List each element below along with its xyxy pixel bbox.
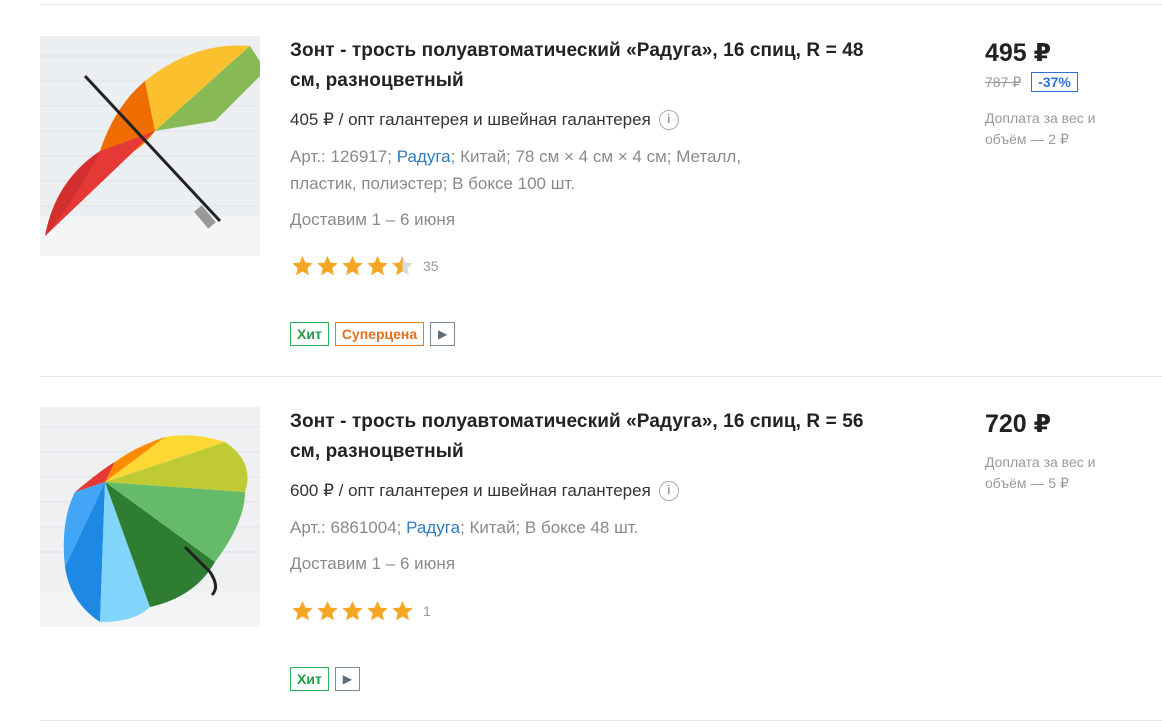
row-divider — [40, 376, 1162, 377]
star-icon — [317, 256, 338, 276]
star-half-icon — [392, 256, 413, 276]
wholesale-text: 600 ₽ / опт галантерея и швейная галанте… — [290, 481, 651, 500]
rating[interactable]: 1 — [290, 599, 431, 623]
info-icon[interactable]: i — [658, 481, 679, 501]
star-icon — [317, 601, 338, 621]
price: 720 ₽ — [985, 410, 1052, 438]
info-icon[interactable]: i — [658, 110, 679, 130]
weight-surcharge: Доплата за вес и объём — 5 ₽ — [985, 454, 1096, 491]
old-price-row: 787 ₽ -37% — [985, 72, 1078, 92]
star-icon — [367, 601, 388, 621]
review-count[interactable]: 35 — [423, 258, 439, 274]
wholesale-price: 405 ₽ / опт галантерея и швейная галанте… — [290, 108, 679, 132]
meta-details: ; Китай; В боксе 48 шт. — [460, 518, 639, 537]
product-meta: Арт.: 6861004; Радуга; Китай; В боксе 48… — [290, 514, 750, 541]
product-image[interactable] — [40, 36, 260, 256]
product-image[interactable] — [40, 407, 260, 627]
badges: Хит ▶ — [290, 667, 360, 691]
delivery-info: Доставим 1 – 6 июня — [290, 210, 456, 229]
umbrella-image — [40, 36, 260, 256]
product-title[interactable]: Зонт - трость полуавтоматический «Радуга… — [290, 36, 890, 96]
row-divider — [40, 720, 1162, 721]
price: 495 ₽ — [985, 39, 1052, 67]
badge-hit: Хит — [290, 667, 329, 691]
article-number: Арт.: 6861004; — [290, 518, 402, 537]
rating[interactable]: 35 — [290, 254, 439, 278]
star-icon — [342, 601, 363, 621]
product-card: Зонт - трость полуавтоматический «Радуга… — [40, 36, 1162, 376]
star-icon — [292, 256, 313, 276]
product-title[interactable]: Зонт - трость полуавтоматический «Радуга… — [290, 407, 890, 467]
play-icon[interactable]: ▶ — [430, 322, 456, 346]
badge-superprice: Суперцена — [334, 322, 425, 346]
weight-surcharge: Доплата за вес и объём — 2 ₽ — [985, 110, 1096, 147]
wholesale-price: 600 ₽ / опт галантерея и швейная галанте… — [290, 479, 679, 503]
badge-hit: Хит — [290, 322, 329, 346]
brand-link[interactable]: Радуга — [406, 518, 460, 537]
article-number: Арт.: 126917; — [290, 147, 392, 166]
wholesale-text: 405 ₽ / опт галантерея и швейная галанте… — [290, 110, 651, 129]
delivery-info: Доставим 1 – 6 июня — [290, 554, 456, 573]
star-icon — [367, 256, 388, 276]
brand-link[interactable]: Радуга — [397, 147, 451, 166]
product-title-link[interactable]: Зонт - трость полуавтоматический «Радуга… — [290, 411, 864, 462]
top-divider — [40, 4, 1162, 5]
product-meta: Арт.: 126917; Радуга; Китай; 78 см × 4 с… — [290, 143, 750, 197]
star-icon — [292, 601, 313, 621]
product-card: Зонт - трость полуавтоматический «Радуга… — [40, 407, 1162, 728]
umbrella-image — [40, 407, 260, 627]
review-count[interactable]: 1 — [423, 603, 431, 619]
discount-badge: -37% — [1031, 72, 1078, 92]
star-icon — [392, 601, 413, 621]
star-icon — [342, 256, 363, 276]
badges: Хит Суперцена ▶ — [290, 322, 456, 346]
old-price: 787 ₽ — [985, 73, 1022, 90]
play-icon[interactable]: ▶ — [334, 667, 360, 691]
product-title-link[interactable]: Зонт - трость полуавтоматический «Радуга… — [290, 40, 864, 91]
